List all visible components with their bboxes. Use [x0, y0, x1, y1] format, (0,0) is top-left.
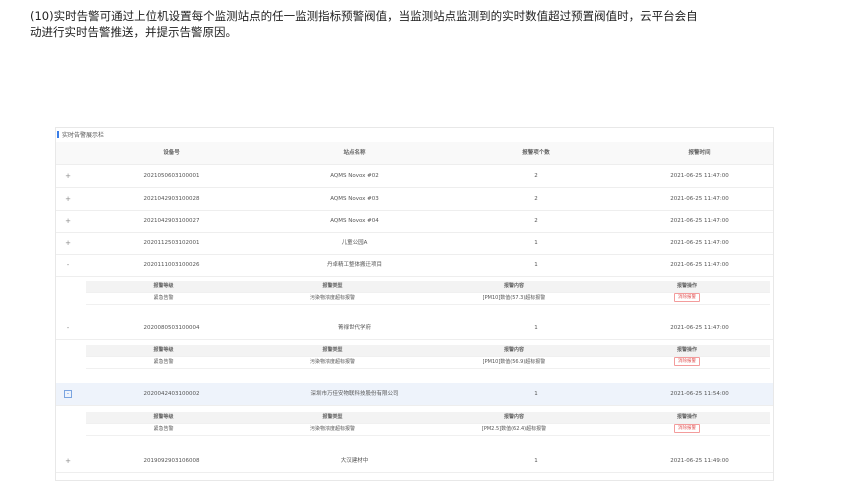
alarm-type: 污染物浓度超标报警: [309, 426, 355, 432]
alarm-action-cell: 消除报警: [604, 293, 770, 304]
table-row[interactable]: + 2021042903100028 AQMS Novox #03 2 2021…: [56, 188, 773, 211]
alarm-time: 2021-06-25 11:47:00: [670, 196, 729, 202]
realtime-alarm-panel: 实时告警展示栏 设备号 站点名称 报警项个数 报警时间 + 2021050603…: [55, 127, 774, 481]
expand-icon[interactable]: +: [56, 210, 80, 232]
alarm-time: 2021-06-25 11:47:00: [670, 218, 729, 224]
detail-header-type: 报警类型: [322, 283, 343, 289]
site-name: 深圳市万佳安物联科技股份有限公司: [310, 391, 399, 397]
detail-row: 紧急告警 污染物浓度超标报警 [PM10]数值(56.9)超标报警 消除报警: [86, 357, 770, 369]
site-name: AQMS Novox #03: [330, 196, 379, 202]
detail-header: 报警等级 报警类型 报警内容 报警操作: [86, 412, 770, 424]
detail-header: 报警等级 报警类型 报警内容 报警操作: [86, 281, 770, 293]
alarm-count: 2: [534, 218, 538, 224]
alarm-time: 2021-06-25 11:47:00: [670, 325, 729, 331]
detail-row: 紧急告警 污染物浓度超标报警 [PM2.5]数值(62.4)超标报警 消除报警: [86, 424, 770, 436]
device-id: 2021050603100001: [143, 173, 200, 179]
header-device-id: 设备号: [163, 150, 180, 156]
header-site-name: 站点名称: [343, 150, 366, 156]
alarm-level: 紧急告警: [153, 295, 174, 301]
intro-line-1: (10)实时告警可通过上位机设置每个监测站点的任一监测指标预警阀值，当监测站点监…: [30, 9, 698, 23]
collapse-icon[interactable]: -: [56, 317, 80, 339]
table-row[interactable]: + 2021050603100001 AQMS Novox #02 2 2021…: [56, 165, 773, 188]
detail-header-level: 报警等级: [153, 283, 174, 289]
device-id: 2020111003100026: [143, 262, 200, 268]
title-accent-bar: [57, 131, 59, 138]
table-row[interactable]: - 2020111003100026 丹卓精工整体搬迁项目 1 2021-06-…: [56, 254, 773, 277]
site-name: 儿童公园A: [341, 240, 368, 246]
alarm-time: 2021-06-25 11:47:00: [670, 173, 729, 179]
expand-icon[interactable]: +: [56, 232, 80, 254]
table-row[interactable]: + 2020112503102001 儿童公园A 1 2021-06-25 11…: [56, 232, 773, 255]
alarm-action-cell: 消除报警: [604, 357, 770, 368]
header-alarm-count: 报警项个数: [522, 150, 550, 156]
panel-title: 实时告警展示栏: [57, 130, 104, 139]
detail-row: 紧急告警 污染物浓度超标报警 [PM10]数值(57.3)超标报警 消除报警: [86, 293, 770, 305]
alarm-count: 1: [534, 240, 538, 246]
alarm-content: [PM10]数值(56.9)超标报警: [482, 359, 546, 365]
alarm-count: 2: [534, 196, 538, 202]
alarm-time: 2021-06-25 11:54:00: [670, 391, 729, 397]
alarm-count: 1: [534, 391, 538, 397]
detail-header: 报警等级 报警类型 报警内容 报警操作: [86, 345, 770, 357]
detail-header-action: 报警操作: [676, 283, 697, 289]
alarm-content: [PM10]数值(57.3)超标报警: [482, 295, 546, 301]
detail-header-action: 报警操作: [676, 414, 697, 420]
table-row-selected[interactable]: - 2020042403100002 深圳市万佳安物联科技股份有限公司 1 20…: [56, 383, 773, 406]
alarm-count: 1: [534, 262, 538, 268]
alarm-level: 紧急告警: [153, 426, 174, 432]
device-id: 2020112503102001: [143, 240, 200, 246]
device-id: 2021042903100028: [143, 196, 200, 202]
collapse-icon[interactable]: -: [56, 254, 80, 276]
detail-header-type: 报警类型: [322, 347, 343, 353]
alarm-count: 1: [534, 325, 538, 331]
alarm-time: 2021-06-25 11:49:00: [670, 458, 729, 464]
intro-paragraph: (10)实时告警可通过上位机设置每个监测站点的任一监测指标预警阀值，当监测站点监…: [30, 8, 820, 40]
site-name: 大汉建材中: [340, 458, 369, 464]
device-id: 2020080503100004: [143, 325, 200, 331]
table-row[interactable]: - 2020080503100004 菁禄世代学府 1 2021-06-25 1…: [56, 317, 773, 340]
collapse-icon[interactable]: -: [64, 389, 72, 398]
expand-icon[interactable]: +: [56, 165, 80, 187]
alarm-type: 污染物浓度超标报警: [309, 295, 355, 301]
detail-header-action: 报警操作: [676, 347, 697, 353]
detail-header-level: 报警等级: [153, 347, 174, 353]
alarm-type: 污染物浓度超标报警: [309, 359, 355, 365]
panel-title-text: 实时告警展示栏: [62, 132, 105, 139]
table-header: 设备号 站点名称 报警项个数 报警时间: [56, 142, 773, 165]
site-name: AQMS Novox #02: [330, 173, 379, 179]
detail-header-content: 报警内容: [503, 347, 524, 353]
alarm-count: 2: [534, 173, 538, 179]
alarm-time: 2021-06-25 11:47:00: [670, 240, 729, 246]
table-row[interactable]: + 2019092903106008 大汉建材中 1 2021-06-25 11…: [56, 450, 773, 473]
device-id: 2020042403100002: [143, 391, 200, 397]
site-name: AQMS Novox #04: [330, 218, 379, 224]
site-name: 菁禄世代学府: [337, 325, 371, 331]
clear-alarm-button[interactable]: 消除报警: [674, 357, 700, 366]
alarm-count: 1: [534, 458, 538, 464]
detail-header-content: 报警内容: [503, 414, 524, 420]
table-row[interactable]: + 2021042903100027 AQMS Novox #04 2 2021…: [56, 210, 773, 233]
device-id: 2021042903100027: [143, 218, 200, 224]
alarm-detail-table: 报警等级 报警类型 报警内容 报警操作 紧急告警 污染物浓度超标报警 [PM10…: [86, 281, 770, 305]
collapse-toggle[interactable]: -: [56, 383, 80, 405]
alarm-content: [PM2.5]数值(62.4)超标报警: [481, 426, 547, 432]
alarm-detail-table: 报警等级 报警类型 报警内容 报警操作 紧急告警 污染物浓度超标报警 [PM10…: [86, 345, 770, 369]
alarm-time: 2021-06-25 11:47:00: [670, 262, 729, 268]
intro-line-2: 动进行实时告警推送，并提示告警原因。: [30, 25, 237, 39]
detail-header-type: 报警类型: [322, 414, 343, 420]
clear-alarm-button[interactable]: 消除报警: [674, 293, 700, 302]
alarm-action-cell: 消除报警: [604, 424, 770, 435]
clear-alarm-button[interactable]: 消除报警: [674, 424, 700, 433]
detail-header-content: 报警内容: [503, 283, 524, 289]
detail-header-level: 报警等级: [153, 414, 174, 420]
expand-icon[interactable]: +: [56, 188, 80, 210]
alarm-detail-table: 报警等级 报警类型 报警内容 报警操作 紧急告警 污染物浓度超标报警 [PM2.…: [86, 412, 770, 436]
alarm-level: 紧急告警: [153, 359, 174, 365]
device-id: 2019092903106008: [143, 458, 200, 464]
header-toggle-col: [56, 142, 80, 164]
header-alarm-time: 报警时间: [688, 150, 711, 156]
site-name: 丹卓精工整体搬迁项目: [326, 262, 382, 268]
expand-icon[interactable]: +: [56, 450, 80, 472]
